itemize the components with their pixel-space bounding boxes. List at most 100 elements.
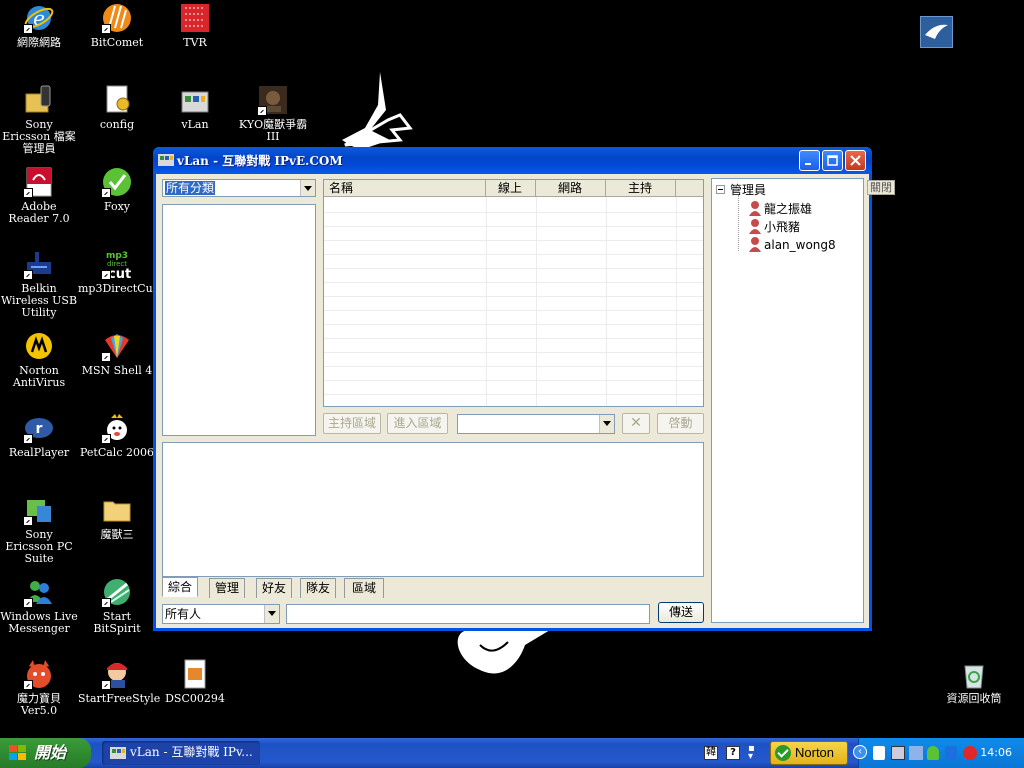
vlan-icon [179, 84, 211, 116]
tree-root-admins[interactable]: 管理員 [730, 183, 766, 197]
tab-teammates[interactable]: 隊友 [300, 578, 336, 598]
tree-member[interactable]: 小飛豬 [748, 218, 800, 234]
language-bar-ime[interactable]: 韓 [704, 746, 718, 760]
folder-phone-icon [23, 84, 55, 116]
desktop-icon-live-messenger[interactable]: Windows Live Messenger [0, 576, 78, 635]
foxy-icon [101, 166, 133, 198]
bluetooth-icon[interactable] [945, 746, 957, 760]
send-button[interactable]: 傳送 [658, 602, 704, 623]
desktop-icon-freestyle[interactable]: StartFreeStyle [78, 658, 160, 705]
column-online[interactable]: 線上 [486, 180, 536, 197]
tab-area[interactable]: 區域 [344, 578, 384, 598]
desktop-icon-bitcomet[interactable]: BitComet [78, 2, 156, 49]
column-host[interactable]: 主持 [606, 180, 676, 197]
desktop-icon-internet[interactable]: e 網際網路 [0, 2, 78, 49]
category-combo[interactable]: 所有分類 [162, 179, 316, 197]
window-content: 所有分類 名稱 線上 網路 主持 主持區域 進入區域 ✕ 啓動 綜合 管理 好友… [156, 174, 895, 631]
maximize-button[interactable] [822, 150, 843, 171]
cancel-x-button[interactable]: ✕ [622, 413, 650, 434]
room-grid[interactable]: 名稱 線上 網路 主持 [323, 179, 704, 407]
network-icon[interactable] [891, 746, 905, 760]
tray-expand-icon[interactable]: ‹ [853, 745, 867, 759]
desktop-icon-norton[interactable]: Norton AntiVirus [0, 330, 78, 389]
config-file-icon [101, 84, 133, 116]
category-list[interactable] [162, 204, 316, 436]
desktop-icon-foxy[interactable]: Foxy [78, 166, 156, 213]
internet-explorer-icon: e [23, 2, 55, 34]
msn-shell-icon [101, 330, 133, 362]
user-icon [749, 237, 761, 252]
freestyle-game-icon [101, 658, 133, 690]
petcalc-icon [101, 412, 133, 444]
realplayer-tray-icon[interactable] [963, 746, 977, 760]
area-select-combo[interactable] [457, 414, 615, 434]
user-tray-icon[interactable] [927, 746, 939, 760]
tree-member[interactable]: 龍之振雄 [748, 200, 812, 216]
desktop-icon-mp3directcut[interactable]: mp3 direct:cut mp3DirectCut [78, 248, 157, 295]
message-input[interactable] [286, 604, 650, 624]
chevron-down-icon[interactable] [599, 415, 614, 433]
column-name[interactable]: 名稱 [324, 180, 486, 197]
desktop-icon-config[interactable]: config [78, 84, 156, 131]
recipient-combo[interactable]: 所有人 [162, 604, 280, 624]
desktop-icon-recycle-bin[interactable]: 資源回收筒 [935, 658, 1013, 705]
start-label: 開始 [34, 743, 67, 762]
desktop-icon-msn-shell[interactable]: MSN Shell 4 [78, 330, 156, 377]
close-icon [850, 155, 861, 166]
close-button[interactable] [845, 150, 866, 171]
launch-button[interactable]: 啓動 [657, 413, 704, 434]
norton-check-icon [775, 745, 791, 761]
window-title: vLan - 互聯對戰 IPvE.COM [177, 154, 343, 168]
column-network[interactable]: 網路 [536, 180, 606, 197]
desktop-icon-petcalc[interactable]: PetCalc 2006 [78, 412, 156, 459]
enter-area-button[interactable]: 進入區域 [387, 413, 448, 434]
desktop-icon-belkin[interactable]: Belkin Wireless USB Utility [0, 248, 78, 319]
tab-friends[interactable]: 好友 [256, 578, 292, 598]
belkin-wireless-icon [23, 248, 55, 280]
collapse-icon[interactable] [716, 185, 725, 194]
close-panel-button[interactable]: 關閉 [867, 180, 895, 195]
desktop-icon-sony-file-manager[interactable]: Sony Ericsson 檔案管理員 [0, 84, 78, 155]
vlan-app-icon [110, 747, 126, 759]
chevron-down-icon[interactable] [264, 605, 279, 623]
bitspirit-icon [101, 576, 133, 608]
svg-text:r: r [36, 421, 43, 437]
taskbar-button-vlan[interactable]: vLan - 互聯對戰 IPv... [102, 741, 260, 765]
image-file-icon [179, 658, 211, 690]
tab-admin[interactable]: 管理 [209, 578, 245, 598]
language-bar-help[interactable]: ? [726, 746, 740, 760]
tab-general[interactable]: 綜合 [162, 577, 198, 597]
windows-flag-icon [9, 745, 26, 760]
recipient-combo-value: 所有人 [165, 607, 202, 621]
vlan-window: vLan - 互聯對戰 IPvE.COM 所有分類 名稱 線上 網路 主持 主持… [153, 147, 895, 631]
language-bar-options-icon[interactable]: ▪ ▾ [748, 744, 758, 762]
disconnected-icon[interactable] [909, 746, 923, 760]
desktop-icon-vlan[interactable]: vLan [156, 84, 234, 131]
tvr-icon [179, 2, 211, 34]
desktop-icon-tvr[interactable]: TVR [156, 2, 234, 49]
host-area-button[interactable]: 主持區域 [323, 413, 381, 434]
wireless-icon[interactable] [873, 746, 885, 760]
tray-desktop-app-icon[interactable] [920, 16, 953, 48]
start-button[interactable]: 開始 [0, 738, 91, 768]
desktop-icon-realplayer[interactable]: r RealPlayer [0, 412, 78, 459]
minimize-button[interactable] [799, 150, 820, 171]
window-titlebar[interactable]: vLan - 互聯對戰 IPvE.COM [153, 147, 872, 174]
realplayer-icon: r [23, 412, 55, 444]
warcraft-icon [257, 84, 289, 116]
clock[interactable]: 14:06 [980, 746, 1012, 759]
member-tree[interactable]: 管理員 龍之振雄 小飛豬 alan_wong8 [711, 178, 864, 623]
desktop-icon-adobe-reader[interactable]: Adobe Reader 7.0 [0, 166, 78, 225]
desktop-icon-dsc00294[interactable]: DSC00294 [156, 658, 234, 705]
desktop-icon-bitspirit[interactable]: Start BitSpirit [78, 576, 156, 635]
desktop-icon-warcraft-kyo[interactable]: KYO魔獸爭霸 III [234, 84, 312, 143]
norton-toolbar-button[interactable]: Norton [770, 741, 848, 765]
desktop-icon-sony-pc-suite[interactable]: Sony Ericsson PC Suite [0, 494, 78, 565]
chat-log[interactable] [162, 442, 704, 577]
tree-member[interactable]: alan_wong8 [748, 236, 836, 252]
chevron-down-icon[interactable] [300, 180, 315, 196]
desktop-icon-folder-warcraft[interactable]: 魔獸三 [78, 494, 156, 541]
minimize-icon [805, 163, 811, 165]
taskbar: 開始 vLan - 互聯對戰 IPv... 韓 ? ▪ ▾ Norton ‹ 14… [0, 738, 1024, 768]
desktop-icon-crossgate[interactable]: 魔力寶貝 Ver5.0 [0, 658, 78, 717]
